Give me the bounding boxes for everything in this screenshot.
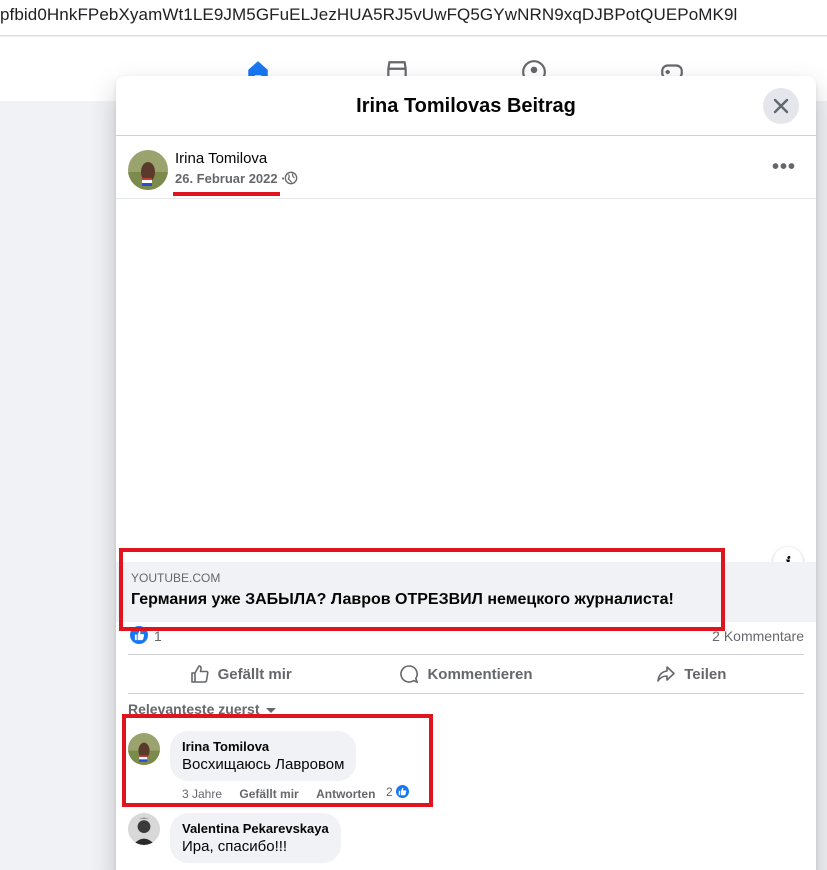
share-icon: [657, 666, 676, 682]
author-name[interactable]: Irina Tomilova: [175, 150, 267, 167]
link-title[interactable]: Германия уже ЗАБЫЛА? Лавров ОТРЕЗВИЛ нем…: [131, 591, 674, 609]
post-stats: 1 2 Kommentare: [116, 622, 816, 652]
like-reaction-icon[interactable]: [130, 626, 148, 644]
comment-icon: [400, 665, 419, 684]
comment-text: Ира, спасибо!!!: [182, 838, 288, 855]
comment-count[interactable]: 2 Kommentare: [712, 628, 804, 644]
comment-button-label: Kommentieren: [427, 665, 533, 683]
globe-icon: [284, 171, 298, 185]
modal-header: Irina Tomilovas Beitrag: [116, 76, 816, 136]
comment-text: Восхищаюсь Лавровом: [182, 756, 345, 773]
comment-author[interactable]: Valentina Pekarevskaya: [182, 821, 329, 836]
share-button-label: Teilen: [684, 665, 727, 683]
post-date-text[interactable]: 26. Februar 2022: [175, 171, 278, 186]
close-button[interactable]: [763, 88, 799, 124]
author-avatar[interactable]: [128, 150, 168, 190]
comment-time[interactable]: 3 Jahre: [182, 787, 222, 801]
video-embed[interactable]: [116, 198, 816, 562]
post-date[interactable]: 26. Februar 2022 ·: [175, 171, 286, 186]
like-button-label: Gefällt mir: [217, 665, 292, 683]
url-text[interactable]: pfbid0HnkFPebXyamWt1LE9JM5GFuELJezHUA5RJ…: [0, 5, 737, 25]
commenter-avatar[interactable]: [128, 733, 160, 765]
comment-reaction-count[interactable]: 2: [386, 785, 393, 799]
link-domain: YOUTUBE.COM: [131, 571, 221, 585]
like-reaction-icon: [394, 783, 411, 800]
comment-bubble: Valentina Pekarevskaya Ира, спасибо!!!: [170, 813, 341, 863]
action-bar: Gefällt mir Kommentieren Teilen: [128, 654, 804, 694]
comment-reply-link[interactable]: Antworten: [316, 787, 375, 801]
comment-meta: 3 Jahre Gefällt mir Antworten: [182, 787, 389, 801]
more-options-button[interactable]: •••: [770, 153, 798, 181]
chevron-down-icon: [265, 707, 276, 713]
comment-button[interactable]: Kommentieren: [353, 655, 578, 693]
comment-like-link[interactable]: Gefällt mir: [239, 787, 298, 801]
thumbs-up-icon: [190, 665, 209, 683]
link-preview[interactable]: YOUTUBE.COM Германия уже ЗАБЫЛА? Лавров …: [116, 562, 816, 622]
like-count[interactable]: 1: [154, 628, 162, 644]
comment-bubble: Irina Tomilova Восхищаюсь Лавровом: [170, 731, 357, 781]
commenter-avatar[interactable]: [128, 813, 160, 845]
close-icon: [773, 98, 789, 114]
like-button[interactable]: Gefällt mir: [128, 655, 353, 693]
post-header: Irina Tomilova 26. Februar 2022 · •••: [116, 137, 816, 197]
browser-url-bar[interactable]: pfbid0HnkFPebXyamWt1LE9JM5GFuELJezHUA5RJ…: [0, 0, 827, 36]
comment-author[interactable]: Irina Tomilova: [182, 739, 344, 754]
comment-sort-dropdown[interactable]: Relevanteste zuerst: [128, 701, 276, 717]
post-modal: Irina Tomilovas Beitrag Irina Tomilova 2…: [116, 76, 816, 870]
share-button[interactable]: Teilen: [579, 655, 804, 693]
sort-label: Relevanteste zuerst: [128, 701, 260, 717]
modal-title: Irina Tomilovas Beitrag: [356, 95, 576, 117]
